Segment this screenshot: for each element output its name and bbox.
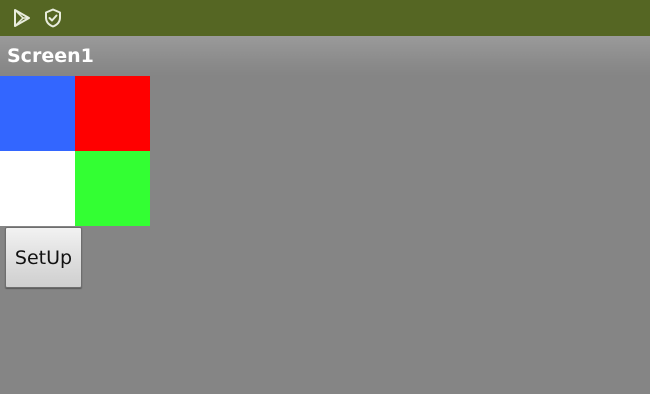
play-store-icon xyxy=(12,8,32,28)
grid-cell-green[interactable] xyxy=(75,151,150,226)
title-bar: Screen1 xyxy=(0,36,650,76)
color-grid xyxy=(0,76,150,226)
shield-check-icon xyxy=(43,8,63,28)
status-bar xyxy=(0,0,650,36)
grid-cell-white[interactable] xyxy=(0,151,75,226)
grid-cell-blue[interactable] xyxy=(0,76,75,151)
screen-title: Screen1 xyxy=(7,45,94,67)
setup-button[interactable]: SetUp xyxy=(5,227,82,288)
grid-cell-red[interactable] xyxy=(75,76,150,151)
